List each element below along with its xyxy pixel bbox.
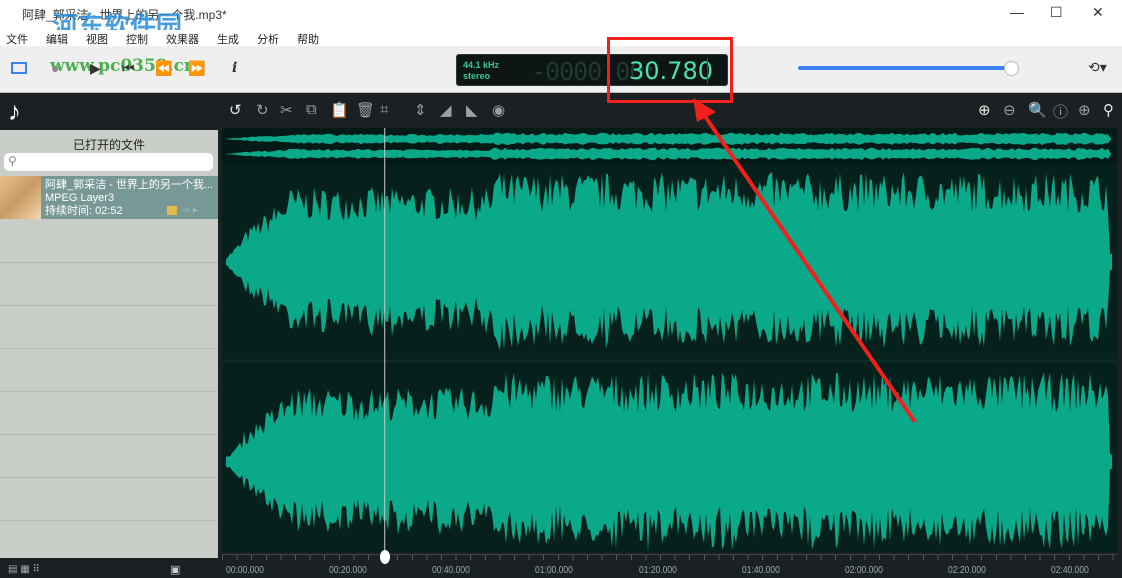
crop-icon[interactable]: ⌗ <box>380 101 388 118</box>
waveform-view[interactable] <box>222 128 1117 552</box>
play-button[interactable]: ▶ <box>90 60 101 77</box>
zoom-fit-icon[interactable]: 🔍 <box>1028 101 1047 119</box>
file-duration: 持续时间: 02:52 <box>45 205 123 217</box>
file-format: MPEG Layer3 <box>45 192 115 204</box>
menu-item[interactable]: 视图 <box>86 31 108 47</box>
timeline-ruler[interactable]: 00:00.000 00:20.000 00:40.000 01:00.000 01:2… <box>222 552 1117 578</box>
fast-forward-button[interactable]: ⏩ <box>188 60 205 77</box>
to-start-button[interactable]: ⏮ <box>122 60 135 77</box>
timeline-ticks <box>222 554 1117 560</box>
timeline-label: 02:00.000 <box>844 565 883 576</box>
image-view-icon[interactable]: ▣ <box>170 563 180 576</box>
menu-item[interactable]: 效果器 <box>166 31 199 47</box>
effect-icon[interactable]: ◉ <box>492 101 505 119</box>
minimize-button[interactable]: — <box>1010 4 1024 20</box>
menu-item[interactable]: 文件 <box>6 31 28 47</box>
redo-icon[interactable]: ↻ <box>256 101 269 119</box>
zoom-out-icon[interactable]: ⊖ <box>1003 101 1016 119</box>
link-icon[interactable]: ∞ ▸ <box>183 204 198 217</box>
volume-slider-thumb[interactable] <box>1004 61 1019 76</box>
timeline-label: 01:20.000 <box>638 565 677 576</box>
album-art <box>0 176 41 219</box>
file-search-input[interactable]: ⚲ <box>4 153 213 171</box>
panel-title: 已打开的文件 <box>72 138 145 152</box>
menu-bar: 文件 编辑 视图 控制 效果器 生成 分析 帮助 <box>0 30 1122 46</box>
music-note-icon[interactable]: ♪ <box>8 96 21 127</box>
normalize-icon[interactable]: ⇕ <box>414 101 427 119</box>
fade-in-icon[interactable]: ◢ <box>440 101 452 119</box>
timeline-label: 01:40.000 <box>741 565 780 576</box>
timeline-label: 02:40.000 <box>1051 565 1089 576</box>
list-view-icon[interactable]: ▤ ▦ ⠿ <box>8 564 40 575</box>
delete-icon[interactable]: 🗑 <box>356 101 375 119</box>
history-button[interactable]: ⟲▾ <box>1088 59 1107 76</box>
paste-icon[interactable]: 📋 <box>330 101 349 119</box>
copy-icon[interactable]: ⧉ <box>306 101 317 118</box>
zoom-in-vertical-icon[interactable]: ⊕ <box>1078 101 1091 119</box>
fade-out-icon[interactable]: ◣ <box>466 101 478 119</box>
playhead-handle[interactable] <box>379 550 390 564</box>
zoom-selection-icon[interactable]: ⓘ <box>1053 101 1068 122</box>
title-bar: 阿肆_郭采洁 - 世界上的另一个我.mp3* — ☐ ✕ 河东软件园 <box>0 0 1122 41</box>
search-icon: ⚲ <box>8 154 17 168</box>
annotation-highlight-box <box>607 37 733 103</box>
timeline-label: 02:20.000 <box>947 565 986 576</box>
cut-icon[interactable]: ✂ <box>280 101 293 119</box>
opened-files-panel: 已打开的文件 ⚲ 阿肆_郭采洁 - 世界上的另一个我... MPEG Layer… <box>0 130 218 558</box>
save-icon[interactable] <box>167 206 177 215</box>
menu-item[interactable]: 生成 <box>217 31 239 47</box>
info-button[interactable]: i <box>232 60 237 76</box>
menu-item[interactable]: 控制 <box>126 31 148 47</box>
undo-icon[interactable]: ↺ <box>229 101 242 119</box>
maximize-button[interactable]: ☐ <box>1050 4 1063 21</box>
channel-mode: stereo <box>463 71 491 81</box>
sample-rate: 44.1 kHz <box>463 60 500 70</box>
left-channel-waveform <box>226 172 1112 351</box>
file-name: 阿肆_郭采洁 - 世界上的另一个我... <box>45 179 214 191</box>
rewind-button[interactable]: ⏪ <box>155 60 172 77</box>
timeline-label: 00:20.000 <box>329 565 367 576</box>
menu-item[interactable]: 帮助 <box>297 31 319 47</box>
menu-item[interactable]: 编辑 <box>46 31 68 47</box>
menu-item[interactable]: 分析 <box>257 31 279 47</box>
zoom-tool-icon[interactable]: ⚲ <box>1103 101 1114 119</box>
zoom-in-icon[interactable]: ⊕ <box>978 101 991 119</box>
loop-selection-button[interactable] <box>11 62 27 74</box>
volume-slider[interactable] <box>798 66 1012 70</box>
file-list-item[interactable]: 阿肆_郭采洁 - 世界上的另一个我... MPEG Layer3 持续时间: 0… <box>0 176 218 219</box>
timeline-label: 00:00.000 <box>226 565 264 576</box>
timeline-label: 00:40.000 <box>432 565 471 576</box>
record-button[interactable]: ● <box>51 60 59 76</box>
close-button[interactable]: ✕ <box>1092 4 1104 21</box>
timeline-label: 01:00.000 <box>535 565 574 576</box>
right-channel-waveform <box>226 372 1112 552</box>
